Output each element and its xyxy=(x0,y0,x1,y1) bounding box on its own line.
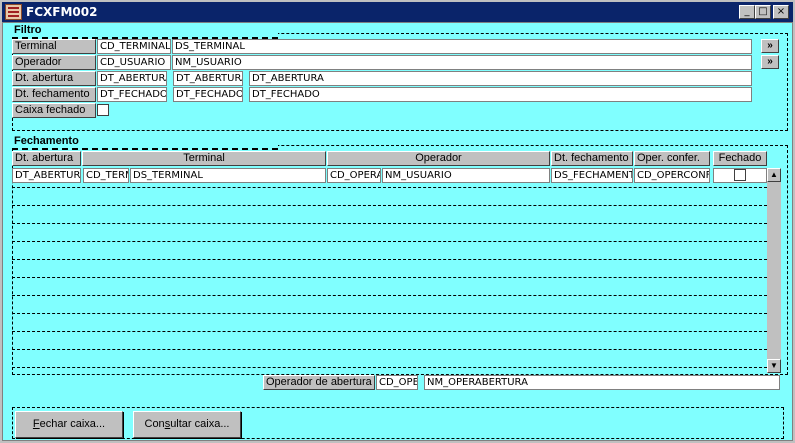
grid-row-line xyxy=(12,187,767,188)
grid-row-line xyxy=(12,223,767,224)
form-client-area: Filtro Terminal CD_TERMINAL DS_TERMINAL … xyxy=(2,22,793,441)
dt-fechamento-from-field[interactable]: DT_FECHADO xyxy=(97,87,167,102)
grid-row-line xyxy=(12,331,767,332)
grid-row-line xyxy=(12,241,767,242)
grid-row-line xyxy=(12,313,767,314)
col-terminal[interactable]: Terminal xyxy=(82,151,326,166)
grid-row-line xyxy=(12,259,767,260)
grid-row-line xyxy=(12,295,767,296)
caixa-fechado-checkbox[interactable] xyxy=(97,104,109,116)
cell-dt-abertura[interactable]: DT_ABERTURA xyxy=(12,168,81,183)
caixa-fechado-label: Caixa fechado xyxy=(12,103,96,118)
cell-ds-terminal[interactable]: DS_TERMINAL xyxy=(130,168,326,183)
operador-abertura-name-field[interactable]: NM_OPERABERTURA xyxy=(424,375,780,390)
maximize-button[interactable]: □ xyxy=(755,5,771,19)
operador-desc-field[interactable]: NM_USUARIO xyxy=(172,55,752,70)
operador-abertura-code-field[interactable]: CD_OPERADOR xyxy=(376,375,418,390)
col-oper-confer[interactable]: Oper. confer. xyxy=(634,151,710,166)
filtro-title: Filtro xyxy=(12,24,278,39)
terminal-code-field[interactable]: CD_TERMINAL xyxy=(97,39,171,54)
col-fechado[interactable]: Fechado xyxy=(713,151,767,166)
dt-abertura-from-field[interactable]: DT_ABERTURA xyxy=(97,71,167,86)
cell-ds-fechamento[interactable]: DS_FECHAMENTO xyxy=(551,168,633,183)
operador-abertura-label: Operador de abertura xyxy=(263,375,375,390)
col-dt-abertura[interactable]: Dt. abertura xyxy=(12,151,81,166)
fechar-caixa-label: echar caixa... xyxy=(39,418,106,430)
col-operador[interactable]: Operador xyxy=(327,151,550,166)
grid-row-line xyxy=(12,367,767,368)
operador-lookup-button[interactable]: » xyxy=(761,55,779,69)
operador-label: Operador xyxy=(12,55,96,70)
cell-cd-operconf[interactable]: CD_OPERCONF xyxy=(634,168,710,183)
grid-row-line xyxy=(12,349,767,350)
app-menu-icon[interactable] xyxy=(5,4,22,20)
button-panel xyxy=(12,407,784,439)
fechar-caixa-mnemonic: F xyxy=(32,418,40,430)
cell-nm-usuario[interactable]: NM_USUARIO xyxy=(382,168,550,183)
consultar-caixa-label: ultar caixa... xyxy=(170,418,230,430)
cell-cd-operador[interactable]: CD_OPERADOR xyxy=(327,168,381,183)
minimize-button[interactable]: _ xyxy=(739,5,755,19)
window-title: FCXFM002 xyxy=(26,5,98,19)
grid-row-line xyxy=(12,205,767,206)
dt-fechamento-to-field[interactable]: DT_FECHADO xyxy=(173,87,243,102)
col-dt-fechamento[interactable]: Dt. fechamento xyxy=(551,151,633,166)
dt-abertura-to-field[interactable]: DT_ABERTURA xyxy=(173,71,243,86)
dt-fechamento-desc-field[interactable]: DT_FECHADO xyxy=(249,87,752,102)
terminal-label: Terminal xyxy=(12,39,96,54)
consultar-caixa-label-pre: Con xyxy=(144,418,165,430)
terminal-desc-field[interactable]: DS_TERMINAL xyxy=(172,39,752,54)
grid-scrollbar[interactable] xyxy=(767,168,781,373)
consultar-caixa-button[interactable]: Consultar caixa... xyxy=(133,411,241,438)
cell-fechado-checkbox[interactable] xyxy=(734,169,746,181)
operador-code-field[interactable]: CD_USUARIO xyxy=(97,55,171,70)
fechar-caixa-button[interactable]: Fechar caixa... xyxy=(15,411,123,438)
dt-abertura-desc-field[interactable]: DT_ABERTURA xyxy=(249,71,752,86)
dt-abertura-label: Dt. abertura xyxy=(12,71,96,86)
terminal-lookup-button[interactable]: » xyxy=(761,39,779,53)
fechamento-title: Fechamento xyxy=(12,135,278,150)
title-bar[interactable]: FCXFM002 _ □ × xyxy=(2,2,793,22)
cell-cd-terminal[interactable]: CD_TERMINAL xyxy=(83,168,129,183)
grid-row-line xyxy=(12,277,767,278)
scroll-up-button[interactable]: ▲ xyxy=(767,168,781,182)
close-button[interactable]: × xyxy=(773,5,789,19)
dt-fechamento-label: Dt. fechamento xyxy=(12,87,96,102)
scroll-down-button[interactable]: ▼ xyxy=(767,359,781,373)
